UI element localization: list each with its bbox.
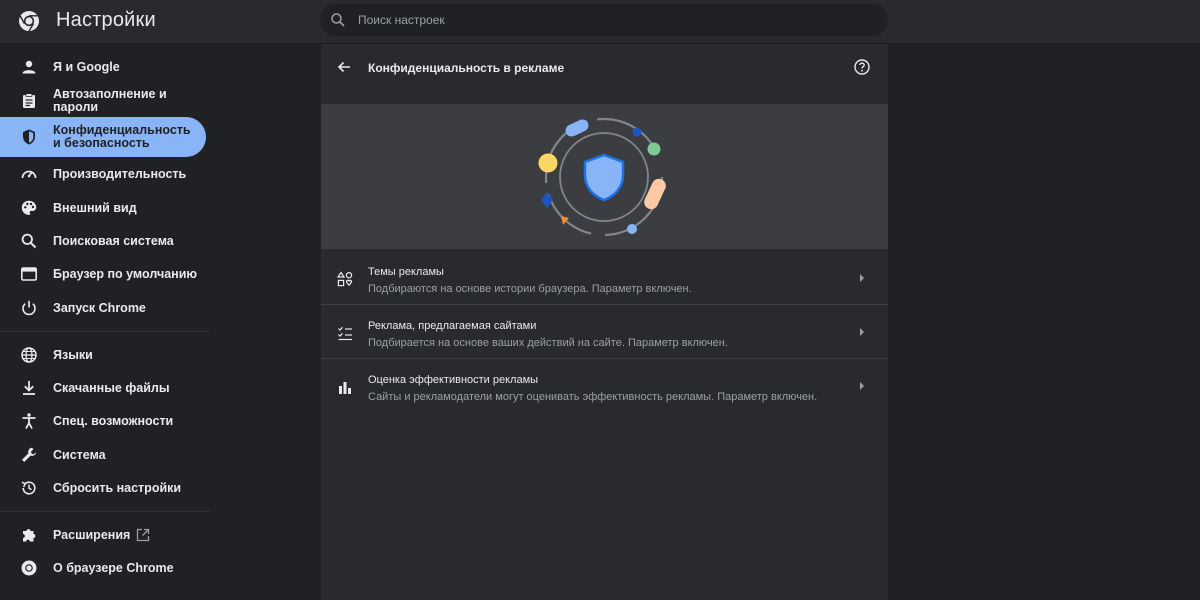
- sidebar-item-appearance[interactable]: Внешний вид: [0, 191, 206, 225]
- top-bar: Настройки: [0, 0, 1200, 44]
- sidebar-item-label: Языки: [53, 347, 93, 362]
- sidebar-item-label: Поисковая система: [53, 233, 174, 248]
- download-icon: [23, 381, 35, 395]
- sidebar-item-label: Расширения: [53, 527, 131, 542]
- sidebar-item-privacy[interactable]: Конфиденциальность и безопасность: [0, 117, 206, 157]
- row-subtitle: Подбираются на основе истории браузера. …: [368, 283, 692, 295]
- sidebar-item-label: Браузер по умолчанию: [53, 266, 198, 281]
- power-icon: [22, 300, 36, 316]
- search-icon: [331, 13, 345, 27]
- page-header: Конфиденциальность в рекламе: [321, 44, 888, 104]
- browser-icon: [20, 267, 37, 281]
- sidebar-item-search-engine[interactable]: Поисковая система: [0, 224, 206, 258]
- accessibility-icon: [22, 413, 36, 429]
- sidebar-item-label: Конфиденциальность и безопасность: [53, 123, 191, 150]
- app-title: Настройки: [56, 9, 156, 31]
- checklist-icon: [338, 326, 352, 341]
- privacy-shield-illustration: [538, 117, 666, 237]
- search-box[interactable]: [320, 4, 888, 36]
- puzzle-icon: [23, 529, 36, 542]
- search-input[interactable]: [358, 4, 858, 36]
- sidebar-item-on-startup[interactable]: Запуск Chrome: [0, 291, 206, 325]
- clipboard-icon: [23, 93, 35, 108]
- sidebar-item-label: Внешний вид: [53, 200, 137, 215]
- speedometer-icon: [21, 170, 37, 179]
- sidebar-divider: [0, 331, 210, 332]
- chevron-right-icon: [860, 274, 864, 282]
- search-icon: [21, 233, 37, 249]
- sidebar-divider: [0, 511, 210, 512]
- bar-chart-icon: [339, 382, 351, 394]
- palette-icon: [21, 200, 37, 215]
- sidebar-item-label: Автозаполнение и пароли: [53, 87, 167, 114]
- sidebar-item-label: Производительность: [53, 166, 187, 181]
- chevron-right-icon: [860, 382, 864, 390]
- sidebar-item-you-and-google[interactable]: Я и Google: [0, 50, 206, 84]
- row-subtitle: Сайты и рекламодатели могут оценивать эф…: [368, 391, 818, 403]
- row-title: Темы рекламы: [368, 266, 444, 278]
- main-panel: Конфиденциальность в рекламе Темы реклам…: [321, 44, 888, 600]
- row-site-suggested-ads[interactable]: Реклама, предлагаемая сайтами Подбираетс…: [321, 305, 888, 359]
- globe-icon: [21, 347, 37, 363]
- sidebar-item-reset[interactable]: Сбросить настройки: [0, 471, 206, 505]
- reset-icon: [21, 481, 36, 495]
- sidebar-item-about-chrome[interactable]: О браузере Chrome: [0, 551, 206, 585]
- row-title: Оценка эффективности рекламы: [368, 374, 539, 386]
- shield-icon: [23, 129, 35, 145]
- sidebar-item-label: Сбросить настройки: [53, 480, 182, 495]
- help-icon[interactable]: [853, 58, 871, 76]
- row-title: Реклама, предлагаемая сайтами: [368, 320, 537, 332]
- sidebar-item-label: Спец. возможности: [53, 413, 174, 428]
- sidebar-item-label: Запуск Chrome: [53, 300, 146, 315]
- row-subtitle: Подбирается на основе ваших действий на …: [368, 337, 728, 349]
- person-icon: [22, 60, 36, 74]
- sidebar-item-system[interactable]: Система: [0, 438, 206, 472]
- back-arrow-icon[interactable]: [335, 58, 353, 76]
- sidebar-item-label: Скачанные файлы: [53, 380, 170, 395]
- sidebar-item-accessibility[interactable]: Спец. возможности: [0, 404, 206, 438]
- sidebar-item-default-browser[interactable]: Браузер по умолчанию: [0, 257, 206, 291]
- row-ad-measurement[interactable]: Оценка эффективности рекламы Сайты и рек…: [321, 359, 888, 413]
- sidebar-item-label: Система: [53, 447, 106, 462]
- chevron-right-icon: [860, 328, 864, 336]
- page-title: Конфиденциальность в рекламе: [368, 61, 565, 75]
- sidebar-item-performance[interactable]: Производительность: [0, 157, 206, 191]
- sidebar-item-languages[interactable]: Языки: [0, 338, 206, 372]
- sidebar-item-extensions[interactable]: Расширения: [0, 518, 206, 552]
- row-ad-topics[interactable]: Темы рекламы Подбираются на основе истор…: [321, 251, 888, 305]
- sidebar-item-downloads[interactable]: Скачанные файлы: [0, 371, 206, 405]
- chrome-logo-icon: [21, 560, 37, 576]
- sidebar: Я и Google Автозаполнение и пароли Конфи…: [0, 44, 210, 600]
- sidebar-item-label: О браузере Chrome: [53, 560, 174, 575]
- wrench-icon: [22, 447, 37, 462]
- topics-icon: [337, 271, 353, 287]
- hero-illustration: [321, 104, 888, 249]
- sidebar-item-autofill[interactable]: Автозаполнение и пароли: [0, 84, 206, 118]
- open-in-new-icon: [136, 528, 150, 542]
- chrome-logo-icon: [19, 11, 39, 32]
- sidebar-item-label: Я и Google: [53, 59, 120, 74]
